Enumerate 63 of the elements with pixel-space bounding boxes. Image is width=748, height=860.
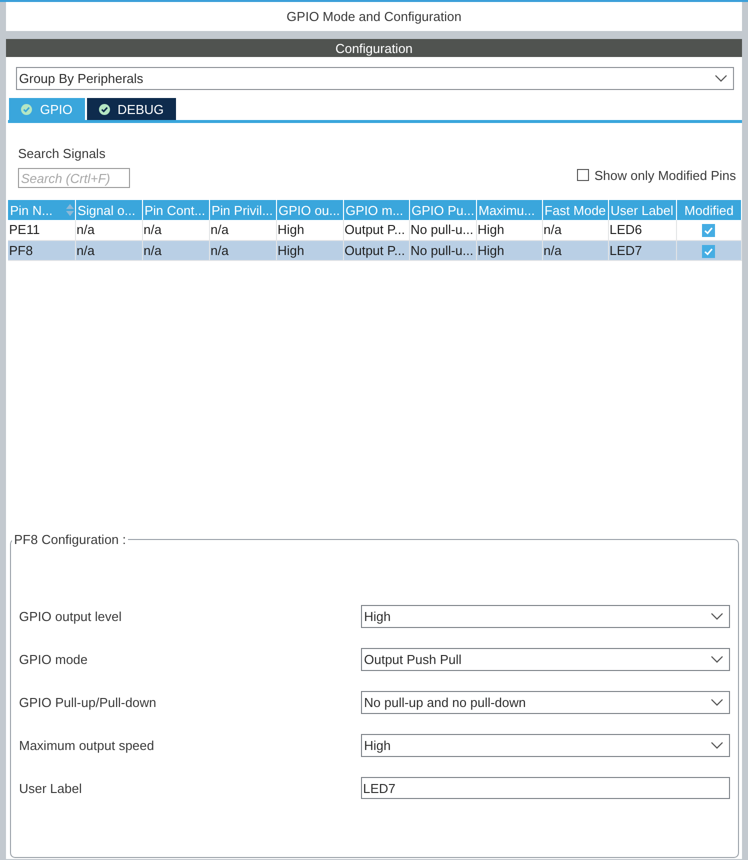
column-header[interactable]: User Label (608, 200, 676, 220)
chevron-down-icon (711, 656, 723, 663)
column-header[interactable]: Fast Mode (542, 200, 608, 220)
table-cell: High (476, 240, 542, 260)
table-cell: n/a (142, 240, 209, 260)
sort-icon[interactable] (66, 204, 74, 216)
field-label: GPIO output level (19, 609, 123, 624)
group-by-dropdown[interactable]: Group By Peripherals (16, 67, 734, 90)
tab[interactable]: GPIO (9, 98, 85, 120)
table-cell: n/a (209, 220, 276, 240)
table-cell: n/a (142, 220, 209, 240)
table-cell: No pull-u... (409, 220, 476, 240)
field-label: User Label (19, 780, 83, 796)
table-cell: LED7 (608, 240, 676, 260)
table-cell: n/a (75, 220, 142, 240)
check-circle-icon (21, 104, 32, 114)
column-header[interactable]: Pin Cont... (142, 200, 209, 220)
column-header[interactable]: Maximu... (476, 200, 542, 220)
table-cell: Output P... (343, 240, 409, 260)
tab[interactable]: DEBUG (86, 98, 176, 120)
table-row[interactable]: PE11 n/a n/a n/a High Output P... No pull-u... High n/a LED6 (8, 220, 741, 240)
table-cell: High (276, 240, 343, 260)
table-cell: n/a (542, 220, 608, 240)
table-cell: n/a (209, 240, 276, 260)
table-row[interactable]: PF8 n/a n/a n/a High Output P... No pull-u... High n/a LED7 (8, 240, 741, 260)
select-field[interactable]: Output Push Pull (361, 648, 730, 671)
column-header[interactable]: Pin Privil... (209, 200, 276, 220)
field-label: Maximum output speed (19, 738, 156, 753)
chevron-down-icon (711, 613, 723, 620)
search-label: Search Signals (18, 146, 106, 161)
select-field[interactable]: High (361, 605, 730, 628)
column-header[interactable]: GPIO ou... (276, 200, 343, 220)
check-circle-icon (98, 104, 110, 114)
group-title: PF8 Configuration : (13, 532, 128, 547)
checkbox[interactable] (702, 244, 715, 258)
window-title: GPIO Mode and Configuration (286, 9, 462, 24)
table-cell: n/a (75, 240, 142, 260)
table-cell: High (476, 220, 542, 240)
field-label: GPIO Pull-up/Pull-down (19, 695, 158, 710)
chevron-down-icon (715, 75, 727, 82)
section-title: Configuration (335, 40, 413, 56)
column-header[interactable]: Modified (676, 200, 741, 220)
table-cell: n/a (542, 240, 608, 260)
table-cell: PE11 (8, 220, 75, 240)
field-label: GPIO mode (19, 652, 89, 667)
table-cell: LED6 (608, 220, 676, 240)
select-field[interactable]: High (361, 734, 730, 757)
select-field[interactable]: No pull-up and no pull-down (361, 691, 730, 714)
input-field[interactable]: LED7 (361, 777, 730, 799)
column-header[interactable]: GPIO Pu... (409, 200, 476, 220)
table-cell: Output P... (343, 220, 409, 240)
checkbox[interactable] (702, 224, 715, 238)
checkbox[interactable] (577, 169, 590, 181)
table-cell: High (276, 220, 343, 240)
column-header[interactable]: Signal o... (75, 200, 142, 220)
search-field[interactable]: Search (Crtl+F) (18, 168, 130, 188)
checkbox-label[interactable]: Show only Modified Pins (594, 168, 736, 182)
chevron-down-icon (711, 699, 723, 706)
column-header[interactable]: GPIO m... (343, 200, 409, 220)
table-cell: No pull-u... (409, 240, 476, 260)
table-cell: PF8 (8, 240, 75, 260)
column-header[interactable]: Pin N... (8, 200, 75, 220)
chevron-down-icon (711, 742, 723, 749)
